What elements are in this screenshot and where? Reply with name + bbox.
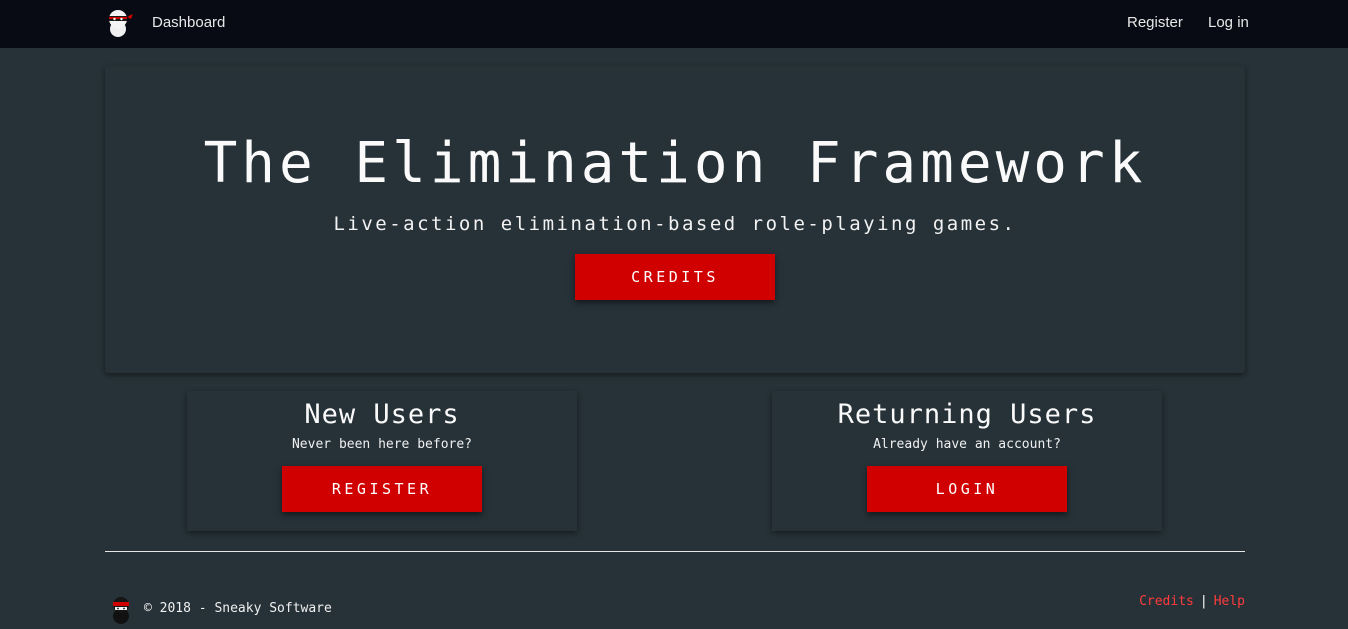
footer-separator: |: [1199, 594, 1208, 609]
login-button[interactable]: LOGIN: [867, 466, 1067, 512]
page-subtitle: Live-action elimination-based role-playi…: [333, 213, 1017, 235]
new-users-title: New Users: [304, 399, 460, 430]
nav-register-link[interactable]: Register: [1127, 14, 1183, 32]
returning-users-title: Returning Users: [837, 399, 1097, 430]
footer-copyright: © 2018 - Sneaky Software: [144, 601, 332, 616]
returning-users-subtitle: Already have an account?: [873, 437, 1061, 452]
register-button[interactable]: REGISTER: [282, 466, 482, 512]
footer-divider: [105, 551, 1245, 552]
footer-help-link[interactable]: Help: [1214, 594, 1245, 609]
hero-panel: The Elimination Framework Live-action el…: [105, 66, 1245, 373]
new-users-card: New Users Never been here before? REGIST…: [187, 391, 577, 531]
footer-credits-link[interactable]: Credits: [1139, 594, 1194, 609]
ninja-logo-icon[interactable]: [104, 8, 134, 38]
new-users-subtitle: Never been here before?: [291, 437, 472, 452]
footer-links: Credits | Help: [1139, 594, 1245, 610]
page-title: The Elimination Framework: [203, 131, 1147, 196]
returning-users-card: Returning Users Already have an account?…: [772, 391, 1162, 531]
top-navbar: Dashboard Register Log in: [0, 0, 1348, 48]
ninja-footer-icon: [113, 597, 129, 624]
nav-dashboard-link[interactable]: Dashboard: [152, 14, 225, 32]
nav-login-link[interactable]: Log in: [1208, 14, 1249, 32]
credits-button[interactable]: CREDITS: [575, 254, 775, 300]
